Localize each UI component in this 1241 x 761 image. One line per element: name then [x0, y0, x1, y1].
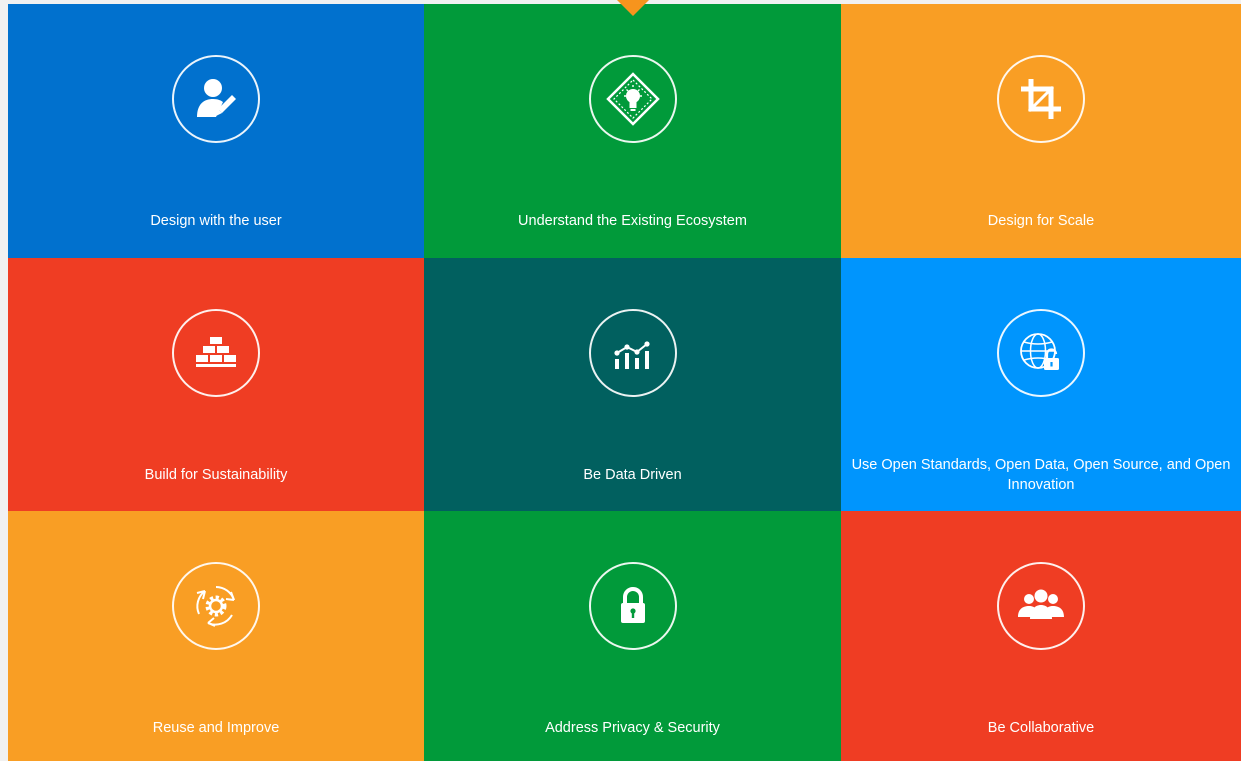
icon-circle	[588, 309, 677, 397]
icon-circle	[588, 55, 677, 143]
icon-circle	[997, 562, 1085, 650]
tile-label: Understand the Existing Ecosystem	[518, 213, 747, 229]
user-design-icon	[197, 79, 236, 117]
tile-label: Be Collaborative	[987, 720, 1095, 736]
tile-design-with-user[interactable]: Design with the user	[8, 4, 424, 258]
icon-circle	[997, 55, 1085, 143]
icon-circle	[172, 55, 260, 143]
people-group-icon	[1018, 589, 1064, 619]
tile-privacy-security[interactable]: Address Privacy & Security	[424, 511, 841, 761]
icon-circle	[172, 309, 260, 397]
tile-label: Use Open Standards, Open Data, Open Sour…	[851, 457, 1231, 493]
tile-label: Design with the user	[150, 213, 282, 229]
tile-be-data-driven[interactable]: Be Data Driven	[424, 258, 841, 511]
tile-label: Design for Scale	[987, 213, 1095, 229]
pointer-indicator	[617, 0, 649, 16]
tile-label: Reuse and Improve	[152, 720, 280, 736]
gear-cycle-icon	[196, 586, 235, 627]
tile-label: Be Data Driven	[583, 467, 682, 483]
tile-design-for-scale[interactable]: Design for Scale	[841, 4, 1241, 258]
tile-open-standards[interactable]: Use Open Standards, Open Data, Open Sour…	[841, 258, 1241, 511]
icon-circle	[588, 562, 677, 650]
padlock-icon	[620, 587, 645, 623]
bricks-icon	[196, 337, 236, 367]
icon-circle	[997, 309, 1085, 397]
tile-reuse-improve[interactable]: Reuse and Improve	[8, 511, 424, 761]
tile-label: Address Privacy & Security	[545, 720, 720, 736]
crop-icon	[1021, 79, 1061, 119]
icon-circle	[172, 562, 260, 650]
tile-be-collaborative[interactable]: Be Collaborative	[841, 511, 1241, 761]
principles-grid: Design with the user Understand the Exis…	[8, 4, 1241, 761]
lightbulb-diamond-icon	[605, 72, 660, 126]
globe-unlock-icon	[1020, 333, 1059, 370]
tile-build-sustainability[interactable]: Build for Sustainability	[8, 258, 424, 511]
tile-understand-ecosystem[interactable]: Understand the Existing Ecosystem	[424, 4, 841, 258]
data-chart-icon	[613, 341, 650, 369]
tile-label: Build for Sustainability	[144, 467, 288, 483]
